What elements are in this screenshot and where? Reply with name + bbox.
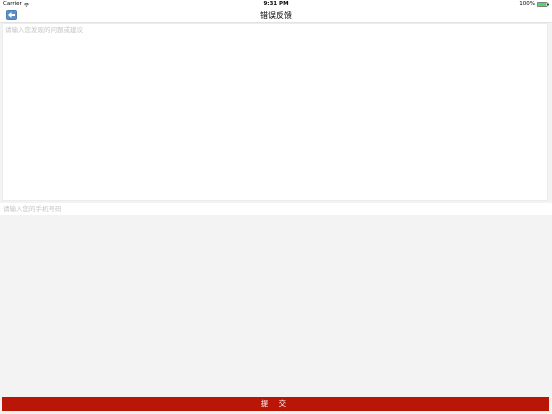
status-battery-group: 100% bbox=[519, 0, 549, 9]
phone-number-field[interactable] bbox=[0, 203, 552, 215]
status-time: 9:31 PM bbox=[263, 1, 289, 7]
battery-percent: 100% bbox=[519, 1, 535, 7]
battery-icon bbox=[537, 2, 549, 7]
page-title: 错误反馈 bbox=[260, 11, 292, 20]
navigation-bar: 错误反馈 bbox=[0, 9, 552, 23]
feedback-textarea[interactable] bbox=[2, 23, 548, 201]
status-bar: Carrier 9:31 PM 100% bbox=[0, 0, 552, 9]
submit-button[interactable]: 提 交 bbox=[2, 397, 549, 411]
